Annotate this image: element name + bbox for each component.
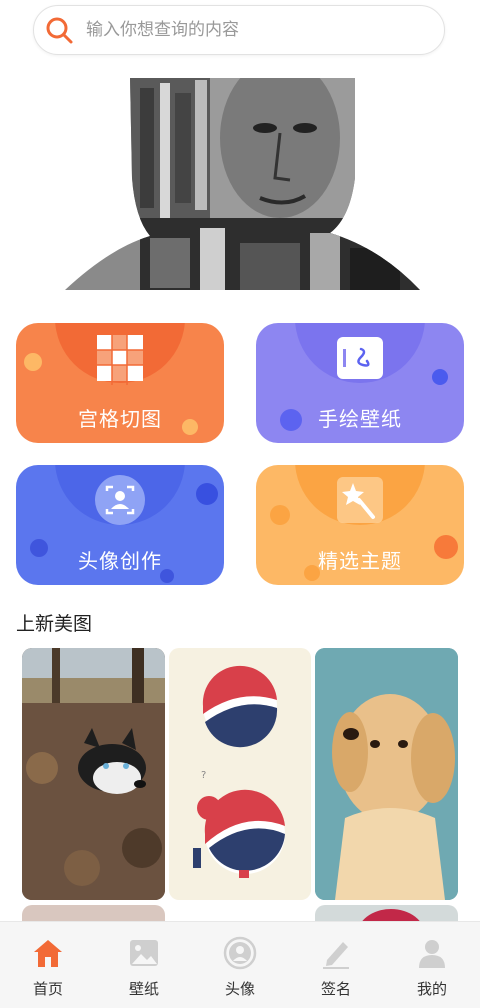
search-bar[interactable] <box>33 5 445 55</box>
tab-label: 我的 <box>416 980 447 998</box>
search-icon <box>46 17 73 44</box>
banner-image[interactable] <box>0 68 480 296</box>
tab-wallpaper[interactable]: 壁纸 <box>96 922 192 1008</box>
category-card-grid-cut[interactable]: 宫格切图 <box>16 323 224 443</box>
retriever-image <box>315 648 458 900</box>
home-icon <box>34 940 62 967</box>
banner-artwork <box>65 78 420 290</box>
tab-label: 签名 <box>320 980 351 998</box>
category-label: 手绘壁纸 <box>318 407 402 431</box>
tab-profile[interactable]: 我的 <box>384 922 480 1008</box>
search-input[interactable] <box>84 19 408 41</box>
gallery-image-pepsi-art[interactable]: ? <box>169 648 311 900</box>
magic-wand-icon <box>337 477 383 523</box>
pen-icon <box>323 942 349 969</box>
category-card-featured-theme[interactable]: 精选主题 <box>256 465 464 585</box>
svg-text:?: ? <box>201 770 206 781</box>
image-icon <box>130 940 158 966</box>
decor-dot <box>196 483 218 505</box>
tab-avatar[interactable]: 头像 <box>192 922 288 1008</box>
hand-drawn-icon <box>337 337 383 379</box>
gallery-image-golden-retriever[interactable] <box>315 648 458 900</box>
category-label: 精选主题 <box>318 549 402 573</box>
tab-signature[interactable]: 签名 <box>288 922 384 1008</box>
decor-dot <box>270 505 290 525</box>
decor-dot <box>24 353 42 371</box>
tab-label: 头像 <box>224 980 255 998</box>
tab-home[interactable]: 首页 <box>0 922 96 1008</box>
portrait-icon <box>95 475 145 525</box>
tab-label: 壁纸 <box>128 980 159 998</box>
pepsi-art-image: ? <box>193 665 285 878</box>
category-label: 宫格切图 <box>78 407 162 431</box>
section-title: 上新美图 <box>16 613 93 635</box>
category-card-avatar-create[interactable]: 头像创作 <box>16 465 224 585</box>
tab-label: 首页 <box>32 980 63 998</box>
user-icon <box>419 940 445 968</box>
category-label: 头像创作 <box>78 549 162 573</box>
husky-image <box>22 648 165 900</box>
category-card-hand-drawn[interactable]: 手绘壁纸 <box>256 323 464 443</box>
grid-icon <box>93 331 147 385</box>
bottom-tab-bar: 首页 壁纸 头像 签名 我的 <box>0 921 480 1008</box>
avatar-icon <box>223 936 257 970</box>
gallery-image-husky[interactable] <box>22 648 165 900</box>
decor-dot <box>432 369 448 385</box>
